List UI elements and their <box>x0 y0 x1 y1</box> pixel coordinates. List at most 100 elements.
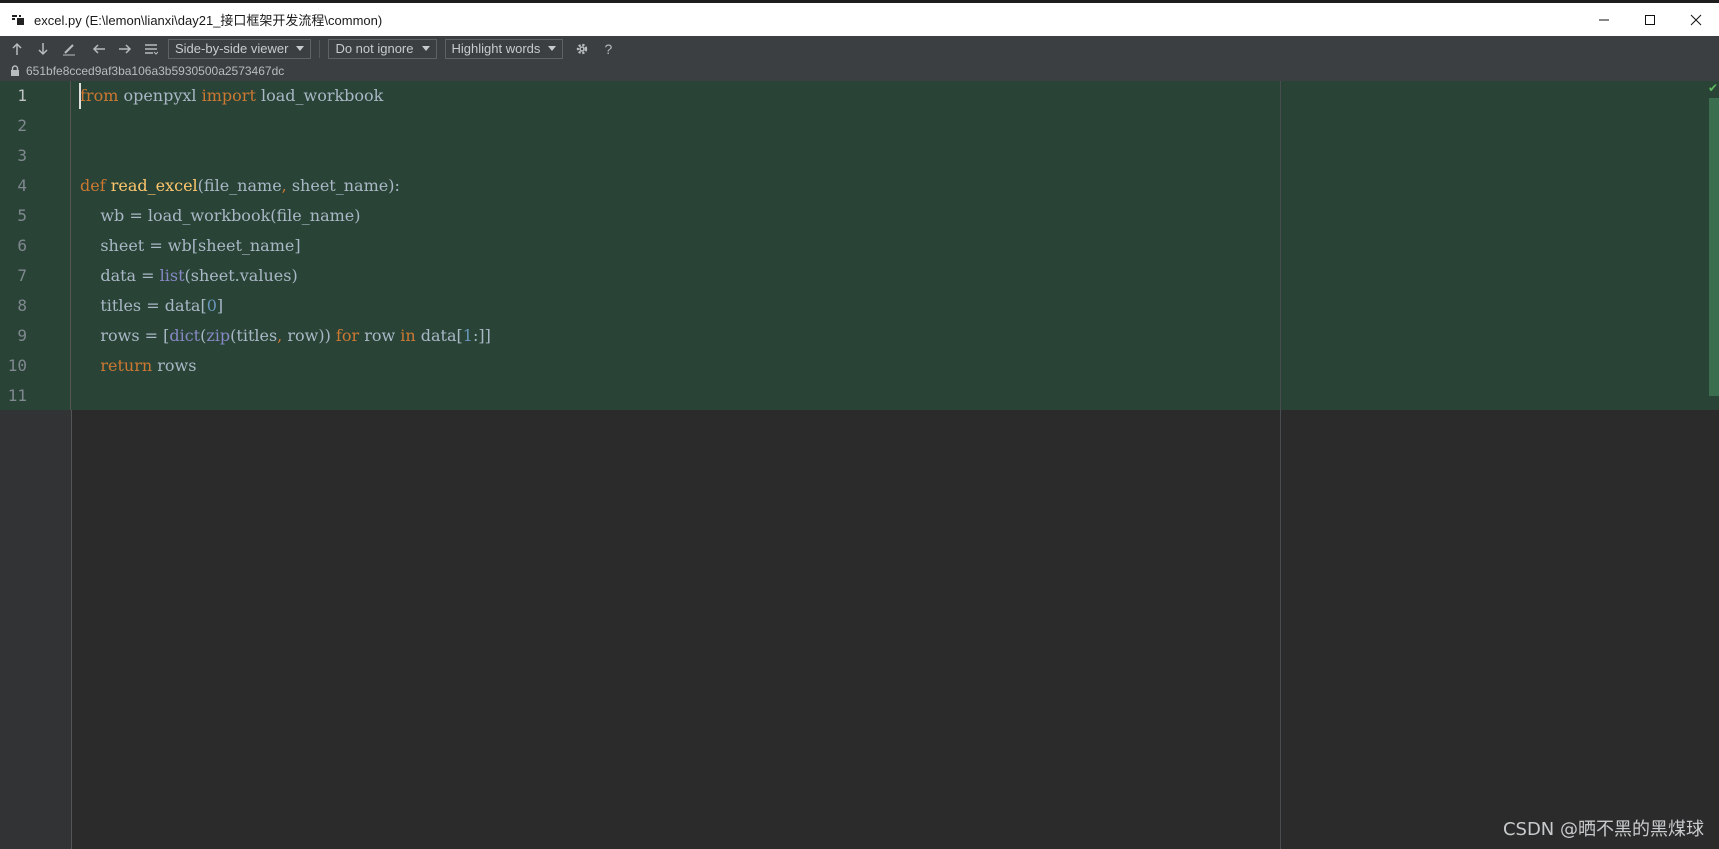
code-token: 0 <box>206 296 217 315</box>
code-token: data = <box>80 266 160 285</box>
code-token: dict <box>169 326 201 345</box>
code-line[interactable]: 6 sheet = wb[sheet_name] <box>0 231 1719 261</box>
title-bar: excel.py (E:\lemon\lianxi\day21_接口框架开发流程… <box>0 0 1719 36</box>
code-token: titles = data[ <box>80 296 207 315</box>
code-text: wb = load_workbook(file_name) <box>80 201 361 231</box>
maximize-button[interactable] <box>1627 3 1673 36</box>
diff-editor[interactable]: 1 from openpyxl import load_workbook 2 3 4 de… <box>0 81 1719 849</box>
help-icon: ? <box>604 40 613 57</box>
line-number: 9 <box>17 326 27 345</box>
code-line[interactable]: 1 from openpyxl import load_workbook <box>0 81 1719 111</box>
line-number: 4 <box>17 176 27 195</box>
list-icon <box>144 42 158 56</box>
diff-toolbar: Side-by-side viewer Do not ignore Highli… <box>0 36 1719 61</box>
code-line[interactable]: 3 <box>0 141 1719 171</box>
line-number: 10 <box>7 356 27 375</box>
line-number: 5 <box>17 206 27 225</box>
close-button[interactable] <box>1673 3 1719 36</box>
code-token: :]] <box>472 326 491 345</box>
line-number: 11 <box>7 386 27 405</box>
code-token: list <box>159 266 185 285</box>
edit-icon <box>62 42 76 56</box>
code-token: load_workbook <box>255 86 384 105</box>
lock-icon <box>10 65 20 77</box>
previous-difference-button[interactable] <box>4 38 30 60</box>
code-line[interactable]: 10 return rows <box>0 351 1719 381</box>
gear-icon <box>575 42 589 56</box>
line-number: 1 <box>17 86 27 105</box>
code-token: row <box>359 326 401 345</box>
code-line[interactable]: 8 titles = data[0] <box>0 291 1719 321</box>
code-token: def <box>80 176 106 195</box>
text-cursor <box>79 83 81 109</box>
code-token: for <box>335 326 360 345</box>
chevron-down-icon <box>296 46 305 51</box>
code-line[interactable]: 11 <box>0 381 1719 411</box>
code-token: zip <box>206 326 231 345</box>
code-token: openpyxl <box>118 86 202 105</box>
settings-button[interactable] <box>569 38 595 60</box>
code-line[interactable]: 7 data = list(sheet.values) <box>0 261 1719 291</box>
code-token: sheet_name): <box>286 176 400 195</box>
code-token: (sheet.values) <box>184 266 298 285</box>
code-token: ] <box>216 296 224 315</box>
code-text: titles = data[0] <box>80 291 223 321</box>
chevron-down-icon <box>421 46 430 51</box>
minimize-button[interactable] <box>1581 3 1627 36</box>
edit-source-button[interactable] <box>56 38 82 60</box>
code-token: data[ <box>415 326 463 345</box>
code-text: from openpyxl import load_workbook <box>80 81 383 111</box>
code-token: rows <box>152 356 197 375</box>
toolbar-separator <box>319 39 321 58</box>
code-token: import <box>201 86 256 105</box>
code-token: wb = load_workbook(file_name) <box>80 206 361 225</box>
arrow-up-icon <box>10 42 24 56</box>
code-text: def read_excel(file_name, sheet_name): <box>80 171 400 201</box>
line-number: 2 <box>17 116 27 135</box>
check-icon: ✔ <box>1707 81 1718 95</box>
highlight-dropdown[interactable]: Highlight words <box>444 38 564 59</box>
code-token: (file_name <box>197 176 282 195</box>
revision-hash: 651bfe8cced9af3ba106a3b5930500a2573467dc <box>26 64 285 78</box>
compare-next-file-button[interactable] <box>112 38 138 60</box>
code-token: from <box>80 86 119 105</box>
whitespace-label: Do not ignore <box>335 41 414 56</box>
line-number: 6 <box>17 236 27 255</box>
viewer-mode-dropdown[interactable]: Side-by-side viewer <box>168 38 312 59</box>
window-title: excel.py (E:\lemon\lianxi\day21_接口框架开发流程… <box>34 13 383 28</box>
arrow-left-icon <box>92 42 106 56</box>
file-list-button[interactable] <box>138 38 164 60</box>
viewer-mode-label: Side-by-side viewer <box>175 41 289 56</box>
code-text: sheet = wb[sheet_name] <box>80 231 301 261</box>
code-token: in <box>400 326 416 345</box>
code-token: row)) <box>282 326 336 345</box>
arrow-down-icon <box>36 42 50 56</box>
code-token: read_excel <box>110 176 198 195</box>
code-token: sheet = wb[sheet_name] <box>80 236 301 255</box>
code-line[interactable]: 2 <box>0 111 1719 141</box>
code-text: return rows <box>80 351 196 381</box>
code-line[interactable]: 5 wb = load_workbook(file_name) <box>0 201 1719 231</box>
line-number: 3 <box>17 146 27 165</box>
code-line[interactable]: 9 rows = [dict(zip(titles, row)) for row… <box>0 321 1719 351</box>
code-token: rows = [ <box>80 326 170 345</box>
code-text: data = list(sheet.values) <box>80 261 298 291</box>
change-scroll-marker[interactable] <box>1709 98 1719 396</box>
next-difference-button[interactable] <box>30 38 56 60</box>
code-line[interactable]: 4 def read_excel(file_name, sheet_name): <box>0 171 1719 201</box>
window-controls <box>1581 3 1719 36</box>
help-button[interactable]: ? <box>595 38 621 60</box>
whitespace-dropdown[interactable]: Do not ignore <box>328 38 437 59</box>
code-token: return <box>100 356 153 375</box>
highlight-label: Highlight words <box>451 41 541 56</box>
pycharm-app-icon <box>10 12 26 28</box>
watermark: CSDN @晒不黑的黑煤球 <box>1502 819 1704 840</box>
line-number: 8 <box>17 296 27 315</box>
compare-previous-file-button[interactable] <box>86 38 112 60</box>
arrow-right-icon <box>118 42 132 56</box>
line-number: 7 <box>17 266 27 285</box>
code-token: (titles <box>230 326 278 345</box>
diff-window: excel.py (E:\lemon\lianxi\day21_接口框架开发流程… <box>0 0 1719 849</box>
revision-bar: 651bfe8cced9af3ba106a3b5930500a2573467dc <box>0 61 1719 81</box>
